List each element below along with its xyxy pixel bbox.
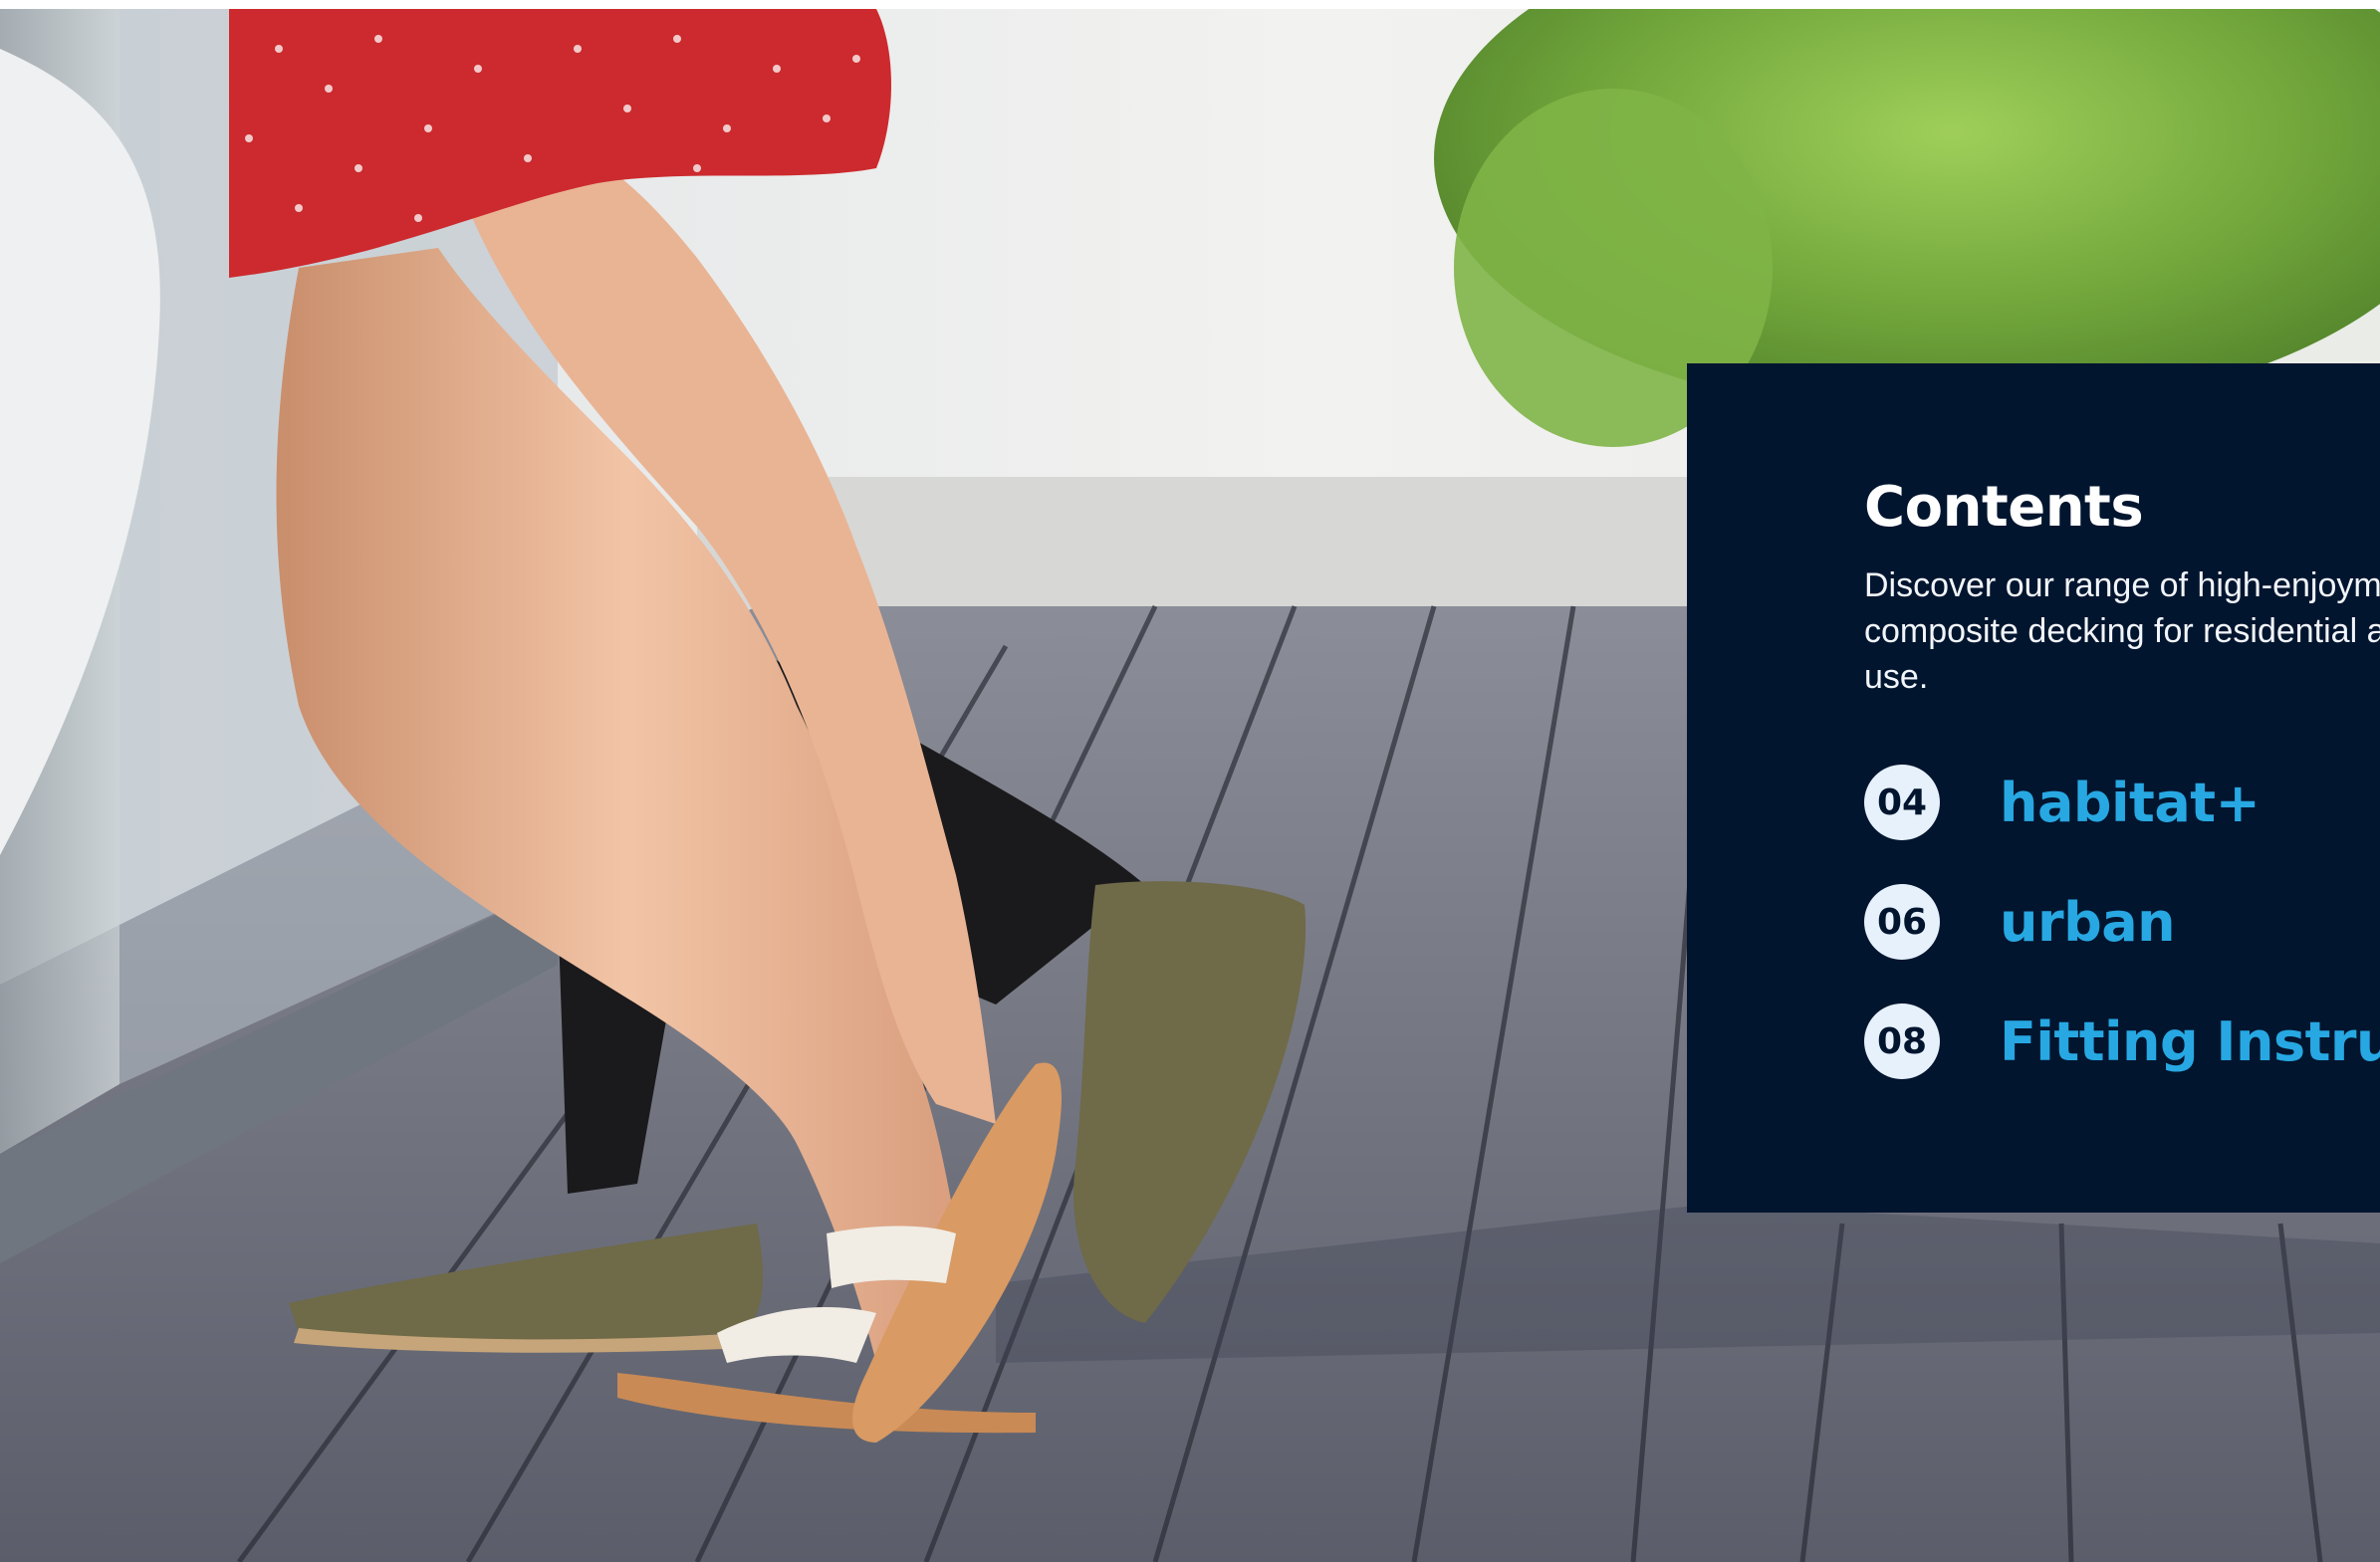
toc-item-urban[interactable]: 06 urban [1864,884,2176,960]
toc-item-label: Fitting Instructions [2000,1009,2380,1073]
toc-item-label: habitat+ [2000,771,2261,834]
contents-title: Contents [1864,475,2144,540]
toc-item-label: urban [2000,890,2176,954]
toc-item-fitting-instructions[interactable]: 08 Fitting Instructions [1864,1004,2380,1079]
toc-item-habitat-plus[interactable]: 04 habitat+ [1864,765,2261,840]
toc-page-number-badge: 08 [1864,1004,1940,1079]
toc-page-number-badge: 04 [1864,765,1940,840]
toc-page-number-badge: 06 [1864,884,1940,960]
catalogue-page: Contents Discover our range of high-enjo… [0,0,2380,1562]
contents-intro: Discover our range of high-enjoyment, ha… [1864,566,2380,696]
contents-panel: Contents Discover our range of high-enjo… [1687,363,2380,1213]
